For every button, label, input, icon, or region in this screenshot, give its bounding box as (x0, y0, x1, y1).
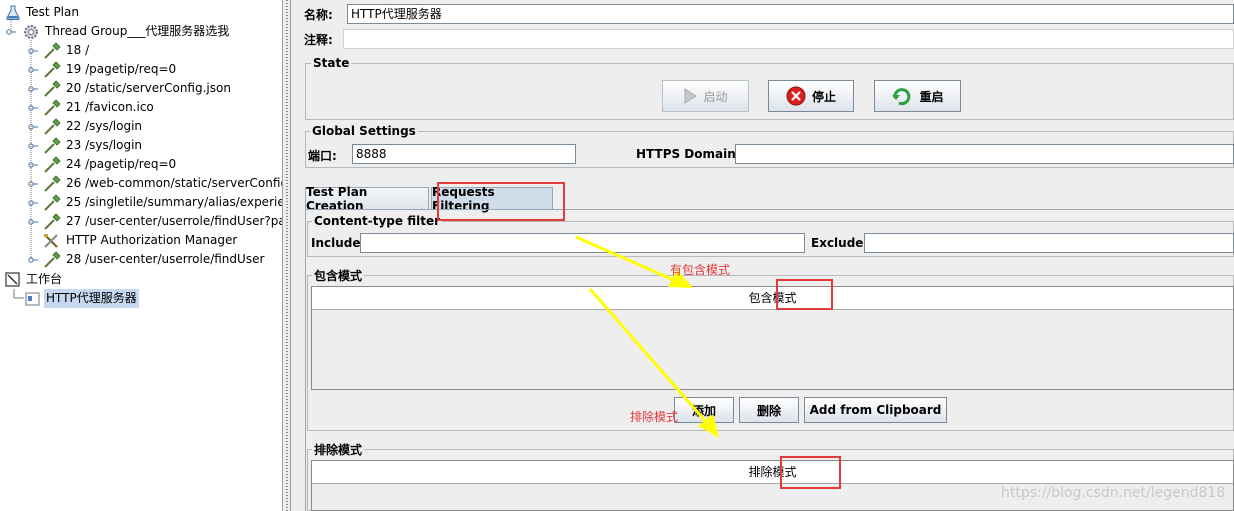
annotation-include-note: 有包含模式 (670, 263, 731, 277)
annotation-arrows (575, 235, 719, 438)
annotation-exclude-note: 排除模式 (630, 410, 679, 424)
watermark-text: https://blog.csdn.net/legend818 (1001, 485, 1226, 501)
